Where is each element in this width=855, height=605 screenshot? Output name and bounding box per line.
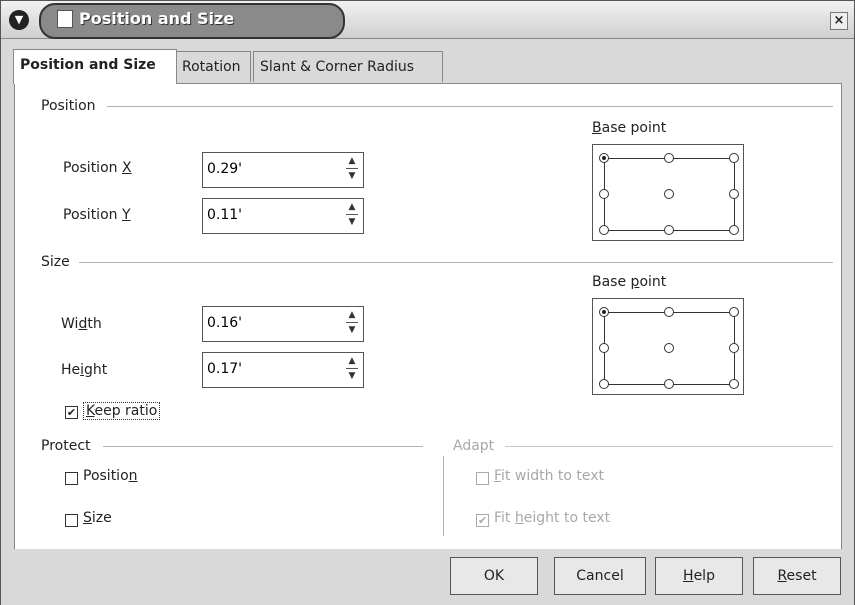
base-point-middle-left[interactable] [599,189,609,199]
window-menu-icon[interactable]: ▼ [9,10,29,30]
height-spinner: ▲ ▼ [202,352,364,388]
document-edit-icon [57,10,73,28]
width-spinner: ▲ ▼ [202,306,364,342]
size-base-point-label: Base point [592,274,667,290]
size-divider [79,262,833,263]
width-label: Width [61,316,102,332]
title-bar: ▼ Position and Size × [1,1,854,39]
spin-up-icon[interactable]: ▲ [343,309,361,322]
height-label: Height [61,362,108,378]
spin-divider [346,368,358,369]
base-point-middle-left[interactable] [599,343,609,353]
fit-height-label: Fit height to text [494,510,611,526]
base-point-bottom-center[interactable] [664,225,674,235]
fit-width-label: Fit width to text [494,468,605,484]
base-point-center[interactable] [664,343,674,353]
tab-panel: Position Position X ▲ ▼ Position Y ▲ ▼ B… [14,83,842,550]
spin-up-icon[interactable]: ▲ [343,155,361,168]
position-base-point-label: Base point [592,120,667,136]
position-divider [107,106,833,107]
base-point-bottom-center[interactable] [664,379,674,389]
adapt-divider [505,446,833,447]
width-input[interactable] [207,313,327,333]
spin-divider [346,168,358,169]
height-input[interactable] [207,359,327,379]
base-point-bottom-left[interactable] [599,225,609,235]
keep-ratio-label: Keep ratio [83,402,161,420]
base-point-middle-right[interactable] [729,189,739,199]
protect-size-checkbox[interactable] [65,514,78,527]
spin-divider [346,322,358,323]
spin-down-icon[interactable]: ▼ [343,216,361,229]
base-point-bottom-left[interactable] [599,379,609,389]
keep-ratio-checkbox[interactable]: ✔ [65,406,78,419]
height-spin-arrows: ▲ ▼ [343,355,361,383]
protect-position-label: Position [83,468,138,484]
base-point-top-right[interactable] [729,153,739,163]
spin-up-icon[interactable]: ▲ [343,201,361,214]
base-point-center[interactable] [664,189,674,199]
base-point-bottom-right[interactable] [729,379,739,389]
position-x-spinner: ▲ ▼ [202,152,364,188]
ok-button[interactable]: OK [450,557,538,595]
base-point-top-right[interactable] [729,307,739,317]
base-point-top-center[interactable] [664,153,674,163]
protect-heading: Protect [41,438,91,454]
tab-slant-corner-radius[interactable]: Slant & Corner Radius [253,51,443,82]
protect-size-label: Size [83,510,112,526]
base-point-top-left[interactable] [599,153,609,163]
protect-position-checkbox[interactable] [65,472,78,485]
position-y-spin-arrows: ▲ ▼ [343,201,361,229]
protect-divider [103,446,423,447]
reset-button[interactable]: Reset [753,557,841,595]
close-icon[interactable]: × [830,12,848,30]
position-x-spin-arrows: ▲ ▼ [343,155,361,183]
spin-down-icon[interactable]: ▼ [343,370,361,383]
base-point-top-center[interactable] [664,307,674,317]
position-y-spinner: ▲ ▼ [202,198,364,234]
spin-divider [346,214,358,215]
position-heading: Position [41,98,96,114]
spin-up-icon[interactable]: ▲ [343,355,361,368]
position-x-input[interactable] [207,159,327,179]
position-y-input[interactable] [207,205,327,225]
size-base-point-grid [592,298,744,395]
cancel-button[interactable]: Cancel [554,557,646,595]
base-point-top-left[interactable] [599,307,609,317]
tab-rotation[interactable]: Rotation [175,51,251,82]
position-y-label: Position Y [63,207,131,223]
spin-down-icon[interactable]: ▼ [343,324,361,337]
size-heading: Size [41,254,70,270]
position-x-label: Position X [63,160,132,176]
base-point-bottom-right[interactable] [729,225,739,235]
adapt-heading: Adapt [453,438,495,454]
spin-down-icon[interactable]: ▼ [343,170,361,183]
position-base-point-grid [592,144,744,241]
base-point-middle-right[interactable] [729,343,739,353]
window-title: Position and Size [79,9,235,28]
fit-height-checkbox[interactable]: ✔ [476,514,489,527]
adapt-vertical-divider [443,456,444,536]
help-button[interactable]: Help [655,557,743,595]
width-spin-arrows: ▲ ▼ [343,309,361,337]
tab-position-and-size[interactable]: Position and Size [13,49,177,84]
position-and-size-dialog: ▼ Position and Size × Position and Size … [0,0,855,605]
fit-width-checkbox[interactable] [476,472,489,485]
